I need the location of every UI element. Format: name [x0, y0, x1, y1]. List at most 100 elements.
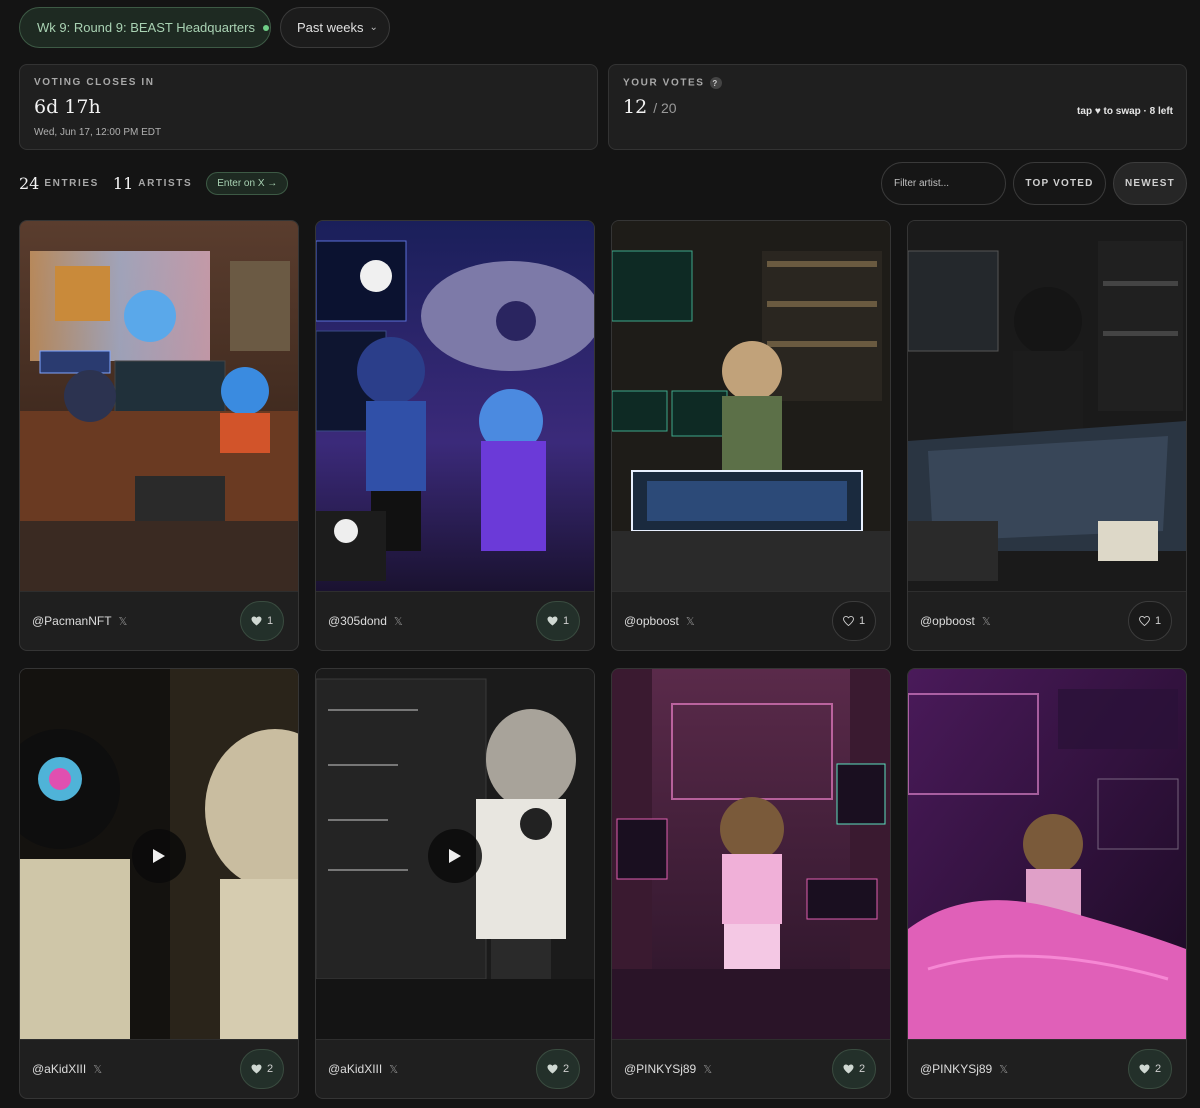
x-icon: 𝕏 — [685, 616, 695, 628]
voting-countdown-card: VOTING CLOSES IN 6d 17h Wed, Jun 17, 12:… — [19, 64, 598, 150]
vote-count: 2 — [858, 1063, 866, 1075]
sort-newest-button[interactable]: NEWEST — [1113, 162, 1187, 205]
entry-card[interactable]: @PINKYSj89 𝕏 2 — [907, 668, 1187, 1099]
help-icon[interactable]: ? — [709, 77, 722, 89]
vote-button[interactable]: 2 — [1128, 1049, 1172, 1089]
artist-handle: @opboost — [624, 614, 679, 628]
play-icon — [153, 849, 165, 863]
entry-footer: @PINKYSj89 𝕏 2 — [612, 1039, 890, 1098]
artist-handle: @305dond — [328, 614, 387, 628]
entry-card[interactable]: @PacmanNFT 𝕏 1 — [19, 220, 299, 651]
heart-icon — [251, 616, 262, 626]
entry-footer: @PINKYSj89 𝕏 2 — [908, 1039, 1186, 1098]
artist-handle: @PINKYSj89 — [624, 1062, 697, 1076]
play-video-button[interactable] — [132, 829, 186, 883]
heart-icon — [251, 1064, 262, 1074]
heart-icon — [1139, 1064, 1150, 1074]
entries-count: 24 — [19, 173, 40, 193]
vote-button[interactable]: 2 — [536, 1049, 580, 1089]
entry-card[interactable]: @opboost 𝕏 1 — [611, 220, 891, 651]
vote-count: 1 — [1154, 615, 1162, 627]
vote-button[interactable]: 1 — [1128, 601, 1172, 641]
vote-count: 1 — [266, 615, 274, 627]
x-icon: 𝕏 — [999, 1064, 1009, 1076]
filter-artist-input[interactable] — [881, 162, 1006, 205]
artist-handle: @aKidXIII — [32, 1062, 87, 1076]
x-icon: 𝕏 — [93, 1064, 103, 1076]
round-label: Wk 9: Round 9: BEAST Headquarters — [37, 20, 255, 35]
heart-icon — [547, 1064, 558, 1074]
sort-top-voted-button[interactable]: TOP VOTED — [1013, 162, 1106, 205]
countdown: 6d 17h — [34, 96, 101, 118]
entry-artwork[interactable] — [612, 221, 890, 591]
entry-artwork[interactable] — [316, 221, 594, 591]
live-dot-icon — [262, 24, 269, 31]
entry-card[interactable]: @aKidXIII 𝕏 2 — [315, 668, 595, 1099]
vote-button[interactable]: 1 — [832, 601, 876, 641]
artists-label: ARTISTS — [138, 177, 193, 189]
entry-footer: @PacmanNFT 𝕏 1 — [20, 591, 298, 650]
artist-handle-wrap[interactable]: @305dond 𝕏 — [328, 614, 403, 628]
votes-count: 12 / 20 — [623, 96, 677, 118]
voting-label: VOTING CLOSES IN — [34, 77, 155, 88]
x-icon: 𝕏 — [118, 616, 128, 628]
vote-count: 1 — [562, 615, 570, 627]
vote-count: 1 — [858, 615, 866, 627]
entry-card[interactable]: @aKidXIII 𝕏 2 — [19, 668, 299, 1099]
x-icon: 𝕏 — [703, 1064, 713, 1076]
past-weeks-label: Past weeks — [297, 20, 364, 35]
entries-label: ENTRIES — [44, 177, 99, 189]
entry-artwork[interactable] — [20, 221, 298, 591]
artist-handle-wrap[interactable]: @aKidXIII 𝕏 — [328, 1062, 398, 1076]
x-icon: 𝕏 — [393, 616, 403, 628]
entry-artwork[interactable] — [908, 669, 1186, 1039]
stats-row: 24 ENTRIES 11 ARTISTS Enter on X → — [19, 170, 289, 196]
entry-footer: @aKidXIII 𝕏 2 — [20, 1039, 298, 1098]
artist-handle-wrap[interactable]: @PacmanNFT 𝕏 — [32, 614, 127, 628]
entry-card[interactable]: @PINKYSj89 𝕏 2 — [611, 668, 891, 1099]
entry-footer: @opboost 𝕏 1 — [908, 591, 1186, 650]
round-selector[interactable]: Wk 9: Round 9: BEAST Headquarters — [19, 7, 271, 48]
entry-artwork[interactable] — [908, 221, 1186, 591]
artist-handle: @opboost — [920, 614, 975, 628]
x-icon: 𝕏 — [981, 616, 991, 628]
swap-hint: tap ♥ to swap · 8 left — [1077, 106, 1173, 117]
past-weeks-dropdown[interactable]: Past weeks ⌄ — [280, 7, 390, 48]
x-icon: 𝕏 — [389, 1064, 399, 1076]
artist-handle-wrap[interactable]: @opboost 𝕏 — [624, 614, 695, 628]
artist-handle-wrap[interactable]: @aKidXIII 𝕏 — [32, 1062, 102, 1076]
artist-handle: @aKidXIII — [328, 1062, 383, 1076]
entry-card[interactable]: @305dond 𝕏 1 — [315, 220, 595, 651]
vote-button[interactable]: 1 — [536, 601, 580, 641]
entry-footer: @opboost 𝕏 1 — [612, 591, 890, 650]
artist-handle: @PINKYSj89 — [920, 1062, 993, 1076]
vote-count: 2 — [562, 1063, 570, 1075]
votes-max: / 20 — [653, 100, 677, 116]
heart-outline-icon — [1138, 616, 1150, 626]
vote-count: 2 — [266, 1063, 274, 1075]
play-icon — [449, 849, 461, 863]
heart-icon — [547, 616, 558, 626]
heart-outline-icon — [842, 616, 854, 626]
artist-handle: @PacmanNFT — [32, 614, 112, 628]
vote-button[interactable]: 1 — [240, 601, 284, 641]
entry-artwork[interactable] — [612, 669, 890, 1039]
vote-button[interactable]: 2 — [240, 1049, 284, 1089]
votes-label: YOUR VOTES — [623, 77, 705, 89]
enter-on-x-button[interactable]: Enter on X → — [206, 171, 289, 195]
entry-card[interactable]: @opboost 𝕏 1 — [907, 220, 1187, 651]
artist-handle-wrap[interactable]: @PINKYSj89 𝕏 — [920, 1062, 1008, 1076]
vote-count: 2 — [1154, 1063, 1162, 1075]
your-votes-card: YOUR VOTES? 12 / 20 tap ♥ to swap · 8 le… — [608, 64, 1187, 150]
deadline: Wed, Jun 17, 12:00 PM EDT — [34, 127, 162, 138]
entry-footer: @305dond 𝕏 1 — [316, 591, 594, 650]
entry-artwork[interactable] — [20, 669, 298, 1039]
entry-artwork[interactable] — [316, 669, 594, 1039]
artist-handle-wrap[interactable]: @opboost 𝕏 — [920, 614, 991, 628]
play-video-button[interactable] — [428, 829, 482, 883]
vote-button[interactable]: 2 — [832, 1049, 876, 1089]
artist-handle-wrap[interactable]: @PINKYSj89 𝕏 — [624, 1062, 712, 1076]
votes-used: 12 — [623, 96, 648, 118]
votes-label-wrap: YOUR VOTES? — [623, 77, 722, 89]
chevron-down-icon: ⌄ — [369, 22, 378, 33]
